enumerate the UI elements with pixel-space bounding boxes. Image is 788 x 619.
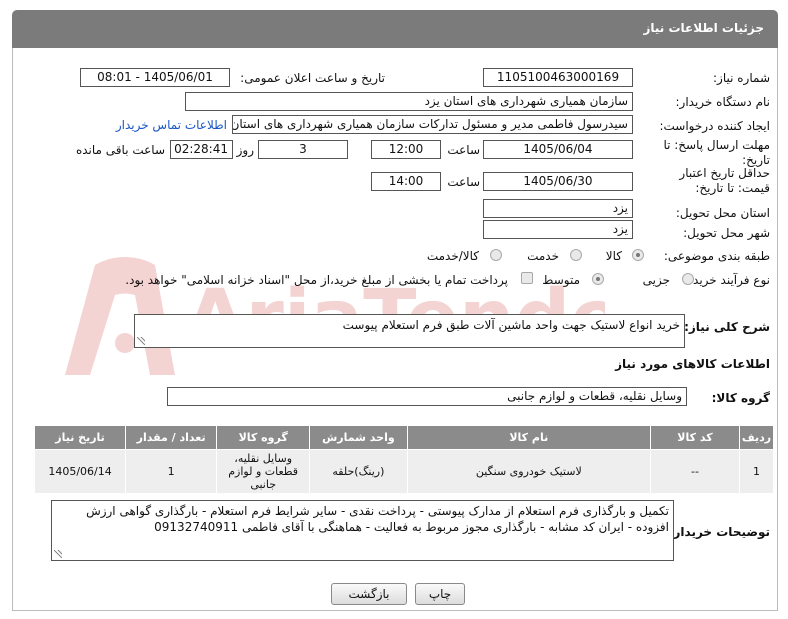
back-button[interactable]: بازگشت xyxy=(331,583,407,605)
delivery-province-field: یزد xyxy=(483,199,633,218)
goods-group-label: گروه کالا: xyxy=(711,391,770,405)
category-service-radio[interactable] xyxy=(570,249,582,261)
col-row: ردیف xyxy=(738,425,775,450)
category-goods-radio[interactable] xyxy=(632,249,644,261)
price-validity-label: حداقل تاریخ اعتبار قیمت: تا تاریخ: xyxy=(679,166,770,195)
treasury-payment-note: پرداخت تمام یا بخشی از مبلغ خرید،از محل … xyxy=(125,273,508,287)
reply-days-field: 3 xyxy=(258,140,348,159)
delivery-city-label: شهر محل تحویل: xyxy=(683,226,770,240)
cell-row: 1 xyxy=(738,449,775,494)
col-unit: واحد شمارش xyxy=(309,425,408,450)
col-qty: تعداد / مقدار xyxy=(125,425,218,450)
col-name: نام کالا xyxy=(406,425,652,450)
reply-time-field: 12:00 xyxy=(371,140,441,159)
print-button[interactable]: چاپ xyxy=(415,583,465,605)
resize-grip-icon[interactable] xyxy=(137,337,145,345)
panel-header: جزئیات اطلاعات نیاز xyxy=(12,10,778,48)
purchase-minor-label: جزیی xyxy=(642,273,670,287)
items-table: ردیف کد کالا نام کالا واحد شمارش گروه کا… xyxy=(33,425,775,494)
requester-label: ایجاد کننده درخواست: xyxy=(659,119,770,133)
col-code: کد کالا xyxy=(650,425,740,450)
buyer-org-label: نام دستگاه خریدار: xyxy=(675,95,771,109)
remaining-time-field: 02:28:41 xyxy=(170,140,233,159)
category-service-label: خدمت xyxy=(527,249,559,263)
need-number-label: شماره نیاز: xyxy=(713,71,770,85)
category-goods-service-label: کالا/خدمت xyxy=(426,249,479,263)
col-date: تاریخ نیاز xyxy=(33,425,127,450)
table-header-row: ردیف کد کالا نام کالا واحد شمارش گروه کا… xyxy=(33,425,775,450)
buyer-notes-textarea[interactable]: تکمیل و بارگذاری فرم استعلام از مدارک پی… xyxy=(51,500,674,561)
general-desc-label: شرح کلی نیاز: xyxy=(684,320,770,334)
delivery-city-field: یزد xyxy=(483,220,633,239)
buyer-org-field: سازمان همیاری شهرداری های استان یزد xyxy=(185,92,633,111)
purchase-type-label: نوع فرآیند خرید : xyxy=(685,273,770,287)
reply-hour-label: ساعت xyxy=(447,143,480,157)
purchase-medium-radio[interactable] xyxy=(592,273,604,285)
general-desc-textarea[interactable]: خرید انواع لاستیک جهت واحد ماشین آلات طب… xyxy=(134,314,685,348)
cell-date: 1405/06/14 xyxy=(33,449,127,494)
goods-group-field: وسایل نقلیه، قطعات و لوازم جانبی xyxy=(167,387,687,406)
validity-date-field: 1405/06/30 xyxy=(483,172,633,191)
need-number-field: 1105100463000169 xyxy=(483,68,633,87)
treasury-payment-checkbox[interactable] xyxy=(521,272,533,284)
delivery-province-label: استان محل تحویل: xyxy=(675,206,770,220)
purchase-minor-radio[interactable] xyxy=(682,273,694,285)
validity-hour-label: ساعت xyxy=(447,175,480,189)
purchase-medium-label: متوسط xyxy=(542,273,580,287)
col-group: گروه کالا xyxy=(216,425,311,450)
requester-field: سیدرسول فاطمی مدیر و مسئول تدارکات سازما… xyxy=(232,115,633,134)
reply-deadline-label: مهلت ارسال پاسخ: تا تاریخ: xyxy=(663,138,770,167)
announce-datetime-field: 1405/06/01 - 08:01 xyxy=(80,68,230,87)
cell-code: -- xyxy=(650,449,740,494)
resize-grip-icon[interactable] xyxy=(54,550,62,558)
cell-group: وسایل نقلیه، قطعات و لوازم جانبی xyxy=(216,449,311,494)
buyer-notes-text: تکمیل و بارگذاری فرم استعلام از مدارک پی… xyxy=(86,504,669,534)
cell-unit: (رینگ)حلقه xyxy=(309,449,408,494)
buyer-notes-label: توضیحات خریدار: xyxy=(668,525,770,539)
announce-datetime-label: تاریخ و ساعت اعلان عمومی: xyxy=(240,71,385,85)
cell-name: لاستیک خودروی سنگین xyxy=(406,449,652,494)
validity-time-field: 14:00 xyxy=(371,172,441,191)
cell-qty: 1 xyxy=(125,449,218,494)
buyer-contact-link[interactable]: اطلاعات تماس خریدار xyxy=(116,118,227,132)
category-goods-service-radio[interactable] xyxy=(490,249,502,261)
panel-title: جزئیات اطلاعات نیاز xyxy=(643,21,764,35)
remaining-label: ساعت باقی مانده xyxy=(75,143,165,157)
reply-date-field: 1405/06/04 xyxy=(483,140,633,159)
goods-info-heading: اطلاعات کالاهای مورد نیاز xyxy=(615,357,770,371)
table-row: 1 -- لاستیک خودروی سنگین (رینگ)حلقه وسای… xyxy=(33,449,775,494)
general-desc-text: خرید انواع لاستیک جهت واحد ماشین آلات طب… xyxy=(342,318,680,332)
category-label: طبقه بندی موضوعی: xyxy=(663,249,770,263)
category-goods-label: کالا xyxy=(605,249,622,263)
